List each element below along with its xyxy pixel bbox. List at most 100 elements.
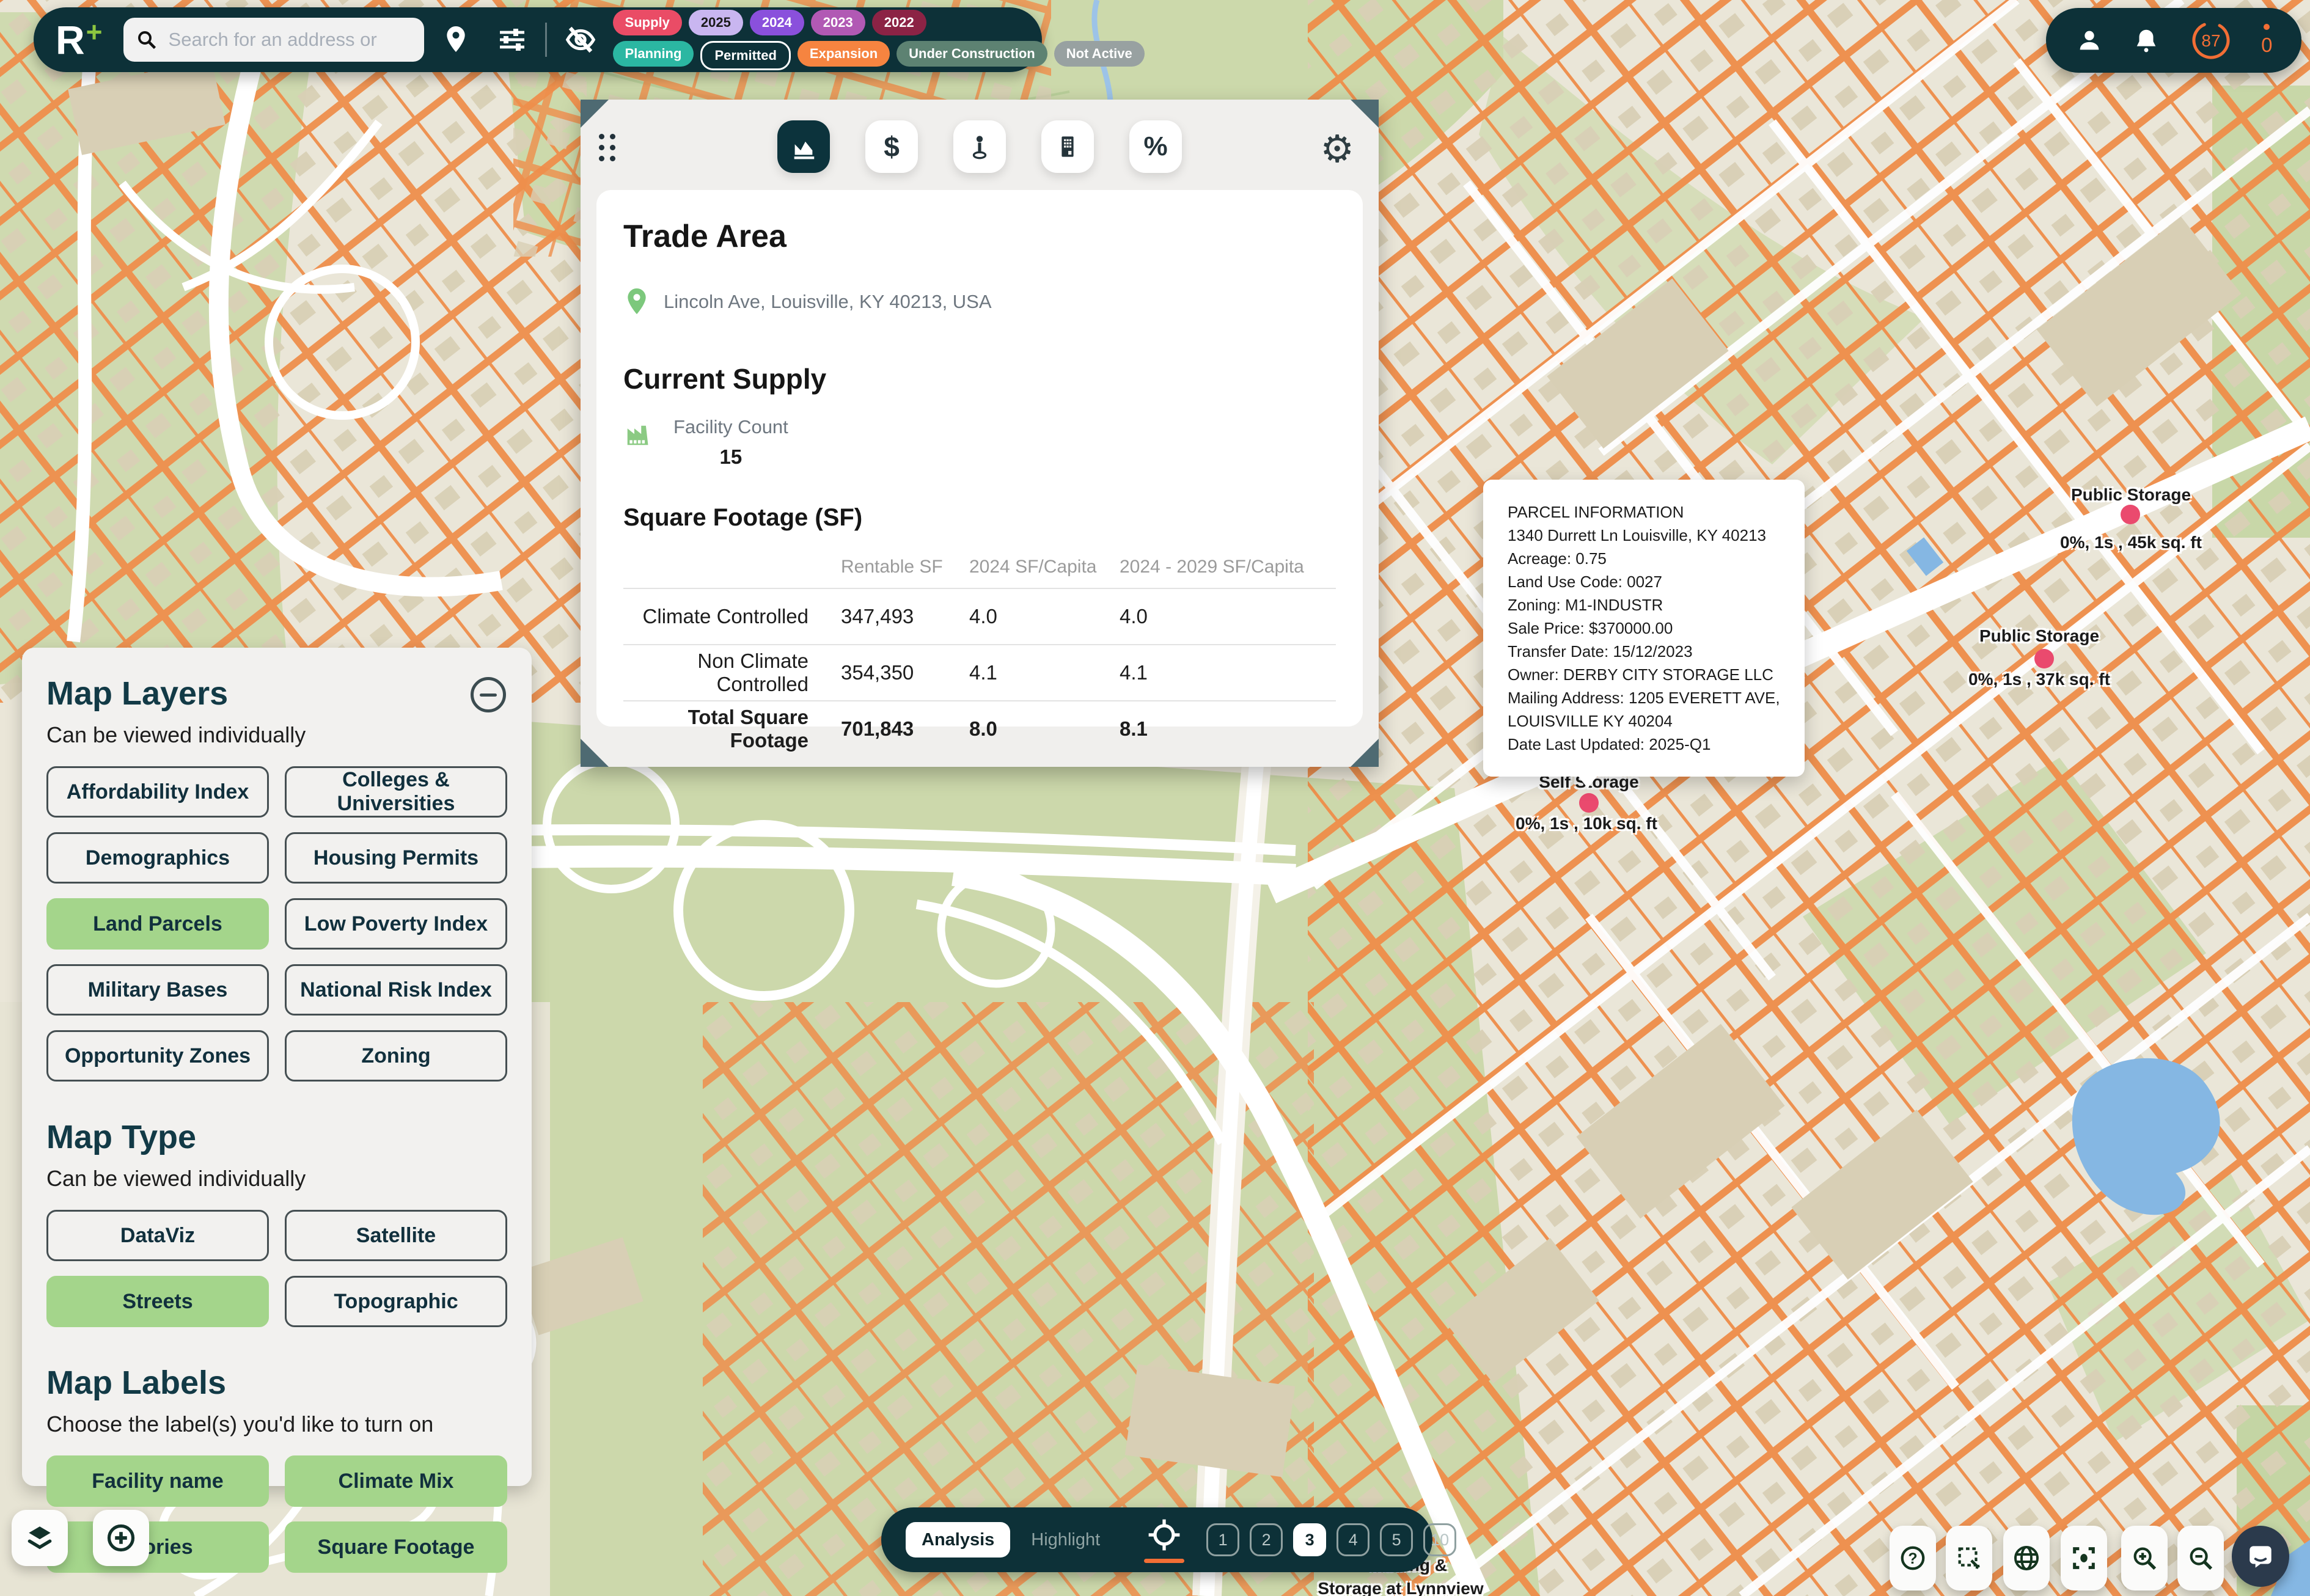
eye-off-icon[interactable] bbox=[564, 23, 597, 56]
bottom-toolbar: Analysis Highlight 1234510 bbox=[881, 1507, 1432, 1572]
radius-button-5[interactable]: 5 bbox=[1380, 1523, 1413, 1556]
map-type-button-satellite[interactable]: Satellite bbox=[285, 1210, 507, 1261]
layer-button-military-bases[interactable]: Military Bases bbox=[46, 964, 269, 1016]
chat-button[interactable] bbox=[2232, 1526, 2289, 1587]
row-label: Non Climate Controlled bbox=[623, 645, 840, 701]
radius-plus-logo[interactable]: R + bbox=[56, 20, 103, 60]
filter-pill-supply[interactable]: Supply bbox=[613, 10, 682, 35]
help-button[interactable]: ? bbox=[1890, 1526, 1936, 1591]
layer-button-low-poverty-index[interactable]: Low Poverty Index bbox=[285, 898, 507, 950]
cell-value: 4.1 bbox=[1119, 645, 1336, 701]
layers-toggle-button[interactable] bbox=[12, 1510, 68, 1566]
area-select-button[interactable] bbox=[1946, 1526, 1992, 1591]
tab-person-icon[interactable] bbox=[953, 120, 1006, 173]
focus-button[interactable] bbox=[2061, 1526, 2107, 1591]
search-input[interactable] bbox=[167, 28, 412, 51]
notifications-bell-icon[interactable] bbox=[2132, 26, 2160, 54]
layer-button-opportunity-zones[interactable]: Opportunity Zones bbox=[46, 1030, 269, 1082]
layer-button-national-risk-index[interactable]: National Risk Index bbox=[285, 964, 507, 1016]
map-label-button-facility-name[interactable]: Facility name bbox=[46, 1455, 269, 1507]
mode-highlight-button[interactable]: Highlight bbox=[1031, 1530, 1100, 1550]
map-type-grid: DataViz Satellite Streets Topographic bbox=[46, 1210, 507, 1327]
search-box[interactable] bbox=[123, 18, 424, 62]
topbar-divider bbox=[545, 23, 547, 57]
zoom-in-button[interactable] bbox=[2121, 1526, 2168, 1591]
add-button[interactable] bbox=[93, 1510, 149, 1566]
panel-resize-corner[interactable] bbox=[1351, 739, 1379, 767]
filter-pill-not-active[interactable]: Not Active bbox=[1054, 41, 1145, 67]
table-header-2024-sf-capita: 2024 SF/Capita bbox=[969, 546, 1119, 588]
zoom-out-button[interactable] bbox=[2177, 1526, 2224, 1591]
facility-label-public-storage: Public Storage bbox=[2071, 485, 2191, 505]
radius-button-1[interactable]: 1 bbox=[1206, 1523, 1239, 1556]
map-type-button-dataviz[interactable]: DataViz bbox=[46, 1210, 269, 1261]
filter-pill-planning[interactable]: Planning bbox=[613, 41, 694, 67]
parcel-info-tooltip: PARCEL INFORMATION1340 Durrett Ln Louisv… bbox=[1483, 480, 1805, 777]
cell-value: 8.1 bbox=[1119, 701, 1336, 756]
map-labels-subtitle: Choose the label(s) you'd like to turn o… bbox=[46, 1411, 507, 1437]
location-pin-icon[interactable] bbox=[442, 24, 469, 55]
filter-pill-2024[interactable]: 2024 bbox=[750, 10, 804, 35]
layer-button-demographics[interactable]: Demographics bbox=[46, 832, 269, 884]
map-type-button-topographic[interactable]: Topographic bbox=[285, 1276, 507, 1327]
radius-button-10[interactable]: 10 bbox=[1423, 1523, 1456, 1556]
facility-label-public-storage: Public Storage bbox=[1979, 626, 2099, 646]
layer-button-land-parcels[interactable]: Land Parcels bbox=[46, 898, 269, 950]
layer-button-colleges-universities[interactable]: Colleges & Universities bbox=[285, 766, 507, 818]
panel-resize-corner[interactable] bbox=[581, 739, 609, 767]
tab-chart-icon[interactable] bbox=[777, 120, 830, 173]
credits-ring[interactable]: 87 bbox=[2190, 19, 2232, 62]
parcel-tooltip-line: Mailing Address: 1205 EVERETT AVE, bbox=[1508, 686, 1780, 709]
tab-dollar-icon[interactable]: $ bbox=[865, 120, 918, 173]
facility-marker-dot[interactable] bbox=[2034, 649, 2054, 668]
mode-analysis-button[interactable]: Analysis bbox=[906, 1522, 1010, 1558]
table-header-row: Rentable SF2024 SF/Capita2024 - 2029 SF/… bbox=[623, 546, 1336, 588]
filter-pill-2023[interactable]: 2023 bbox=[811, 10, 865, 35]
collapse-panel-icon[interactable] bbox=[471, 677, 506, 712]
tab-percent-icon[interactable]: % bbox=[1129, 120, 1182, 173]
facility-marker-dot[interactable] bbox=[1579, 793, 1599, 813]
map-label-button-stories[interactable]: Stories bbox=[46, 1521, 269, 1573]
layer-button-housing-permits[interactable]: Housing Permits bbox=[285, 832, 507, 884]
globe-button[interactable] bbox=[2003, 1526, 2050, 1591]
secondary-counter-value: 0 bbox=[2261, 34, 2272, 57]
recenter-crosshair-button[interactable] bbox=[1144, 1517, 1184, 1563]
filter-pill-expansion[interactable]: Expansion bbox=[798, 41, 890, 67]
map-layers-panel: Map Layers Can be viewed individually Af… bbox=[22, 648, 532, 1486]
secondary-counter[interactable]: 0 bbox=[2261, 24, 2272, 57]
svg-text:?: ? bbox=[1908, 1550, 1917, 1567]
radius-button-4[interactable]: 4 bbox=[1336, 1523, 1370, 1556]
filter-pill-permitted[interactable]: Permitted bbox=[700, 41, 790, 70]
radius-button-3[interactable]: 3 bbox=[1293, 1523, 1326, 1556]
facility-stats-label: 0%, 1s , 37k sq. ft bbox=[1968, 670, 2110, 689]
facility-count-label: Facility Count bbox=[673, 416, 788, 438]
green-pin-icon bbox=[623, 287, 650, 317]
filter-pill-2025[interactable]: 2025 bbox=[689, 10, 743, 35]
parcel-tooltip-line: Acreage: 0.75 bbox=[1508, 547, 1780, 570]
map-type-button-streets[interactable]: Streets bbox=[46, 1276, 269, 1327]
facility-marker-dot[interactable] bbox=[2121, 505, 2140, 524]
parcel-tooltip-line: Land Use Code: 0027 bbox=[1508, 570, 1780, 593]
facility-count-row: Facility Count 15 bbox=[623, 416, 1336, 469]
facility-count-value: 15 bbox=[720, 445, 743, 469]
map-type-subtitle: Can be viewed individually bbox=[46, 1166, 507, 1192]
parcel-tooltip-line: Zoning: M1-INDUSTR bbox=[1508, 593, 1780, 617]
cell-value: 354,350 bbox=[840, 645, 969, 701]
cell-value: 4.1 bbox=[969, 645, 1119, 701]
radius-button-2[interactable]: 2 bbox=[1250, 1523, 1283, 1556]
filter-sliders-icon[interactable] bbox=[496, 25, 528, 54]
tab-building-icon[interactable] bbox=[1041, 120, 1094, 173]
gear-icon[interactable]: ⚙ bbox=[1320, 126, 1354, 171]
trade-area-panel: $% ⚙ Trade Area Lincoln Ave, Louisville,… bbox=[581, 100, 1379, 767]
map-label-button-square-footage[interactable]: Square Footage bbox=[285, 1521, 507, 1573]
layer-button-affordability-index[interactable]: Affordability Index bbox=[46, 766, 269, 818]
account-icon[interactable] bbox=[2075, 26, 2103, 54]
map-label-button-climate-mix[interactable]: Climate Mix bbox=[285, 1455, 507, 1507]
row-label: Total Square Footage bbox=[623, 701, 840, 756]
layer-button-zoning[interactable]: Zoning bbox=[285, 1030, 507, 1082]
parcel-tooltip-line: Transfer Date: 15/12/2023 bbox=[1508, 640, 1780, 663]
filter-pill-2022[interactable]: 2022 bbox=[872, 10, 926, 35]
filter-pill-under-construction[interactable]: Under Construction bbox=[897, 41, 1047, 67]
trade-panel-tabs: $% bbox=[581, 120, 1379, 173]
parcel-tooltip-line: LOUISVILLE KY 40204 bbox=[1508, 709, 1780, 733]
